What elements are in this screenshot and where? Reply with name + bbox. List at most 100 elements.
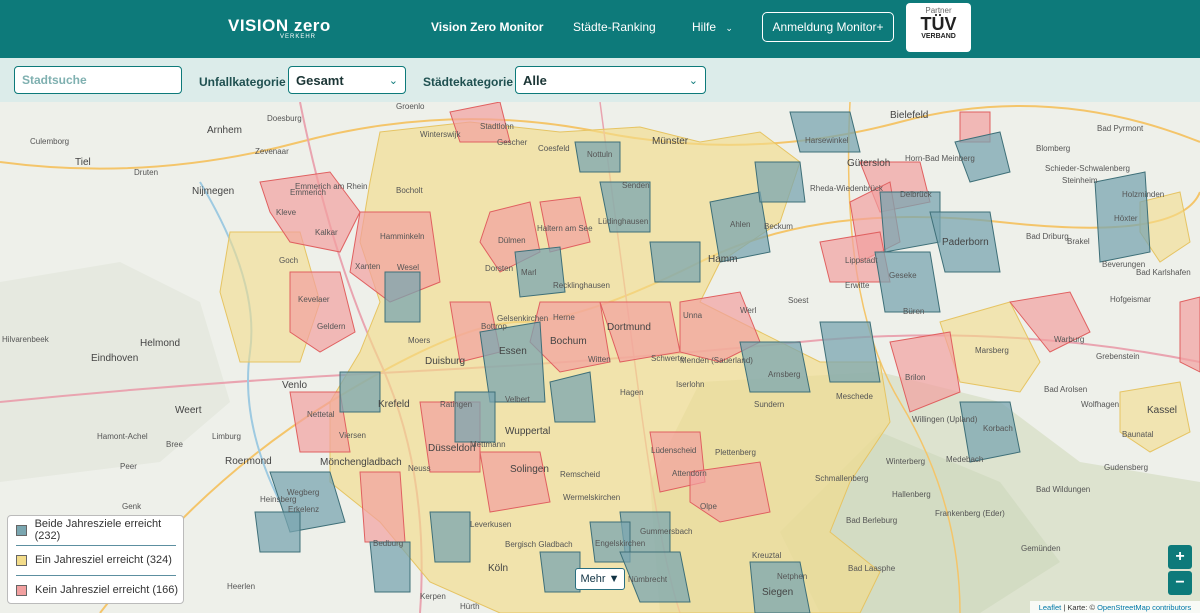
place-label: Marl bbox=[521, 268, 537, 277]
place-label: Genk bbox=[122, 502, 142, 511]
place-label: Gummersbach bbox=[640, 527, 693, 536]
place-label: Recklinghausen bbox=[553, 281, 610, 290]
place-label: Neuss bbox=[408, 464, 431, 473]
place-label: Mönchengladbach bbox=[320, 457, 402, 468]
place-label: Gemünden bbox=[1021, 544, 1061, 553]
place-label: Engelskirchen bbox=[595, 539, 646, 548]
place-label: Lüdenscheid bbox=[651, 446, 697, 455]
place-label: Hofgeismar bbox=[1110, 295, 1151, 304]
login-monitor-button[interactable]: Anmeldung Monitor+ bbox=[762, 12, 894, 42]
place-label: Wuppertal bbox=[505, 426, 551, 437]
place-label: Kreuztal bbox=[752, 551, 782, 560]
place-label: Bree bbox=[166, 440, 183, 449]
accident-category-select[interactable]: Gesamt ⌄ bbox=[288, 66, 406, 94]
place-label: Hilvarenbeek bbox=[2, 335, 49, 344]
place-label: Kassel bbox=[1147, 405, 1178, 416]
place-label: Erkelenz bbox=[288, 505, 320, 514]
place-label: Coesfeld bbox=[538, 144, 570, 153]
city-search-input[interactable] bbox=[14, 66, 182, 94]
place-label: Bad Berleburg bbox=[846, 516, 898, 525]
partner-brand: TÜV bbox=[920, 14, 957, 34]
place-label: Moers bbox=[408, 336, 431, 345]
place-label: Geseke bbox=[889, 271, 917, 280]
place-label: Willingen (Upland) bbox=[912, 415, 978, 424]
nav-staedte-ranking[interactable]: Städte-Ranking bbox=[573, 20, 656, 34]
place-label: Frankenberg (Eder) bbox=[935, 509, 1005, 518]
place-label: Bochum bbox=[550, 336, 587, 347]
legend-swatch bbox=[16, 524, 27, 536]
place-label: Bergisch Gladbach bbox=[505, 540, 573, 549]
place-label: Kleve bbox=[276, 208, 297, 217]
nav-hilfe[interactable]: Hilfe ⌄ bbox=[692, 20, 733, 34]
more-button[interactable]: Mehr ▼ bbox=[575, 568, 625, 590]
place-label: Stadtlohn bbox=[480, 122, 514, 131]
place-label: Lüdinghausen bbox=[598, 217, 649, 226]
place-label: Siegen bbox=[762, 587, 794, 598]
place-label: Remscheid bbox=[560, 470, 601, 479]
place-label: Haltern am See bbox=[537, 224, 593, 233]
place-label: Büren bbox=[903, 307, 925, 316]
place-label: Harsewinkel bbox=[805, 136, 849, 145]
place-label: Schieder-Schwalenberg bbox=[1045, 164, 1130, 173]
place-label: Hallenberg bbox=[892, 490, 931, 499]
place-label: Iserlohn bbox=[676, 380, 705, 389]
legend-swatch bbox=[16, 584, 27, 596]
place-label: Werl bbox=[740, 306, 757, 315]
place-label: Hamminkeln bbox=[380, 232, 425, 241]
place-label: Brilon bbox=[905, 373, 926, 382]
place-label: Nümbrecht bbox=[628, 575, 668, 584]
place-label: Bad Karlshafen bbox=[1136, 268, 1191, 277]
place-label: Attendorn bbox=[672, 469, 707, 478]
chevron-down-icon: ⌄ bbox=[688, 74, 698, 87]
filter-bar: Unfallkategorie Gesamt⌄ Städtekategorie … bbox=[0, 58, 1200, 102]
place-label: Kevelaer bbox=[298, 295, 330, 304]
legend-item-no-target[interactable]: Kein Jahresziel erreicht (166) bbox=[16, 582, 178, 598]
place-label: Netphen bbox=[777, 572, 808, 581]
legend-item-one-target[interactable]: Ein Jahresziel erreicht (324) bbox=[16, 552, 172, 568]
place-label: Emmerich bbox=[290, 188, 327, 197]
place-label: Viersen bbox=[339, 431, 366, 440]
place-label: Heinsberg bbox=[260, 495, 297, 504]
zoom-in-button[interactable]: + bbox=[1168, 545, 1192, 569]
city-category-select[interactable]: Alle ⌄ bbox=[515, 66, 706, 94]
chevron-down-icon: ⌄ bbox=[725, 23, 733, 33]
place-label: Venlo bbox=[282, 380, 308, 391]
place-label: Kalkar bbox=[315, 228, 338, 237]
place-label: Delbrück bbox=[900, 190, 932, 199]
place-label: Bottrop bbox=[481, 322, 507, 331]
place-label: Herne bbox=[553, 313, 575, 322]
city-category-label: Städtekategorie bbox=[423, 75, 514, 89]
place-label: Menden (Sauerland) bbox=[680, 356, 753, 365]
place-label: Velbert bbox=[505, 395, 530, 404]
vision-zero-logo[interactable]: VISION zero VERKEHR bbox=[228, 16, 331, 40]
leaflet-link[interactable]: Leaflet bbox=[1039, 603, 1062, 612]
partner-tuev-logo[interactable]: Partner TÜV VERBAND bbox=[906, 3, 971, 52]
place-label: Steinheim bbox=[1062, 176, 1098, 185]
place-label: Korbach bbox=[983, 424, 1013, 433]
place-label: Baunatal bbox=[1122, 430, 1154, 439]
place-label: Bielefeld bbox=[890, 110, 929, 121]
place-label: Doesburg bbox=[267, 114, 302, 123]
osm-link[interactable]: OpenStreetMap contributors bbox=[1097, 603, 1191, 612]
place-label: Limburg bbox=[212, 432, 241, 441]
place-label: Winterberg bbox=[886, 457, 926, 466]
place-label: Leverkusen bbox=[470, 520, 512, 529]
place-label: Arnsberg bbox=[768, 370, 801, 379]
place-label: Peer bbox=[120, 462, 137, 471]
place-label: Tiel bbox=[75, 157, 91, 168]
place-label: Erwitte bbox=[845, 281, 870, 290]
place-label: Essen bbox=[499, 346, 527, 357]
top-navigation-bar: VISION zero VERKEHR Vision Zero Monitor … bbox=[0, 0, 1200, 58]
place-label: Kerpen bbox=[420, 592, 446, 601]
nav-vision-zero-monitor[interactable]: Vision Zero Monitor bbox=[431, 20, 543, 34]
place-label: Hürth bbox=[460, 602, 480, 611]
place-label: Bad Arolsen bbox=[1044, 385, 1088, 394]
place-label: Meschede bbox=[836, 392, 873, 401]
place-label: Roermond bbox=[225, 456, 272, 467]
map-attribution: Leaflet | Karte: © OpenStreetMap contrib… bbox=[1030, 601, 1200, 613]
place-label: Warburg bbox=[1054, 335, 1085, 344]
zoom-out-button[interactable]: − bbox=[1168, 571, 1192, 595]
place-label: Ratingen bbox=[440, 400, 473, 409]
legend-item-both-targets[interactable]: Beide Jahresziele erreicht (232) bbox=[16, 518, 183, 542]
place-label: Brakel bbox=[1067, 237, 1090, 246]
